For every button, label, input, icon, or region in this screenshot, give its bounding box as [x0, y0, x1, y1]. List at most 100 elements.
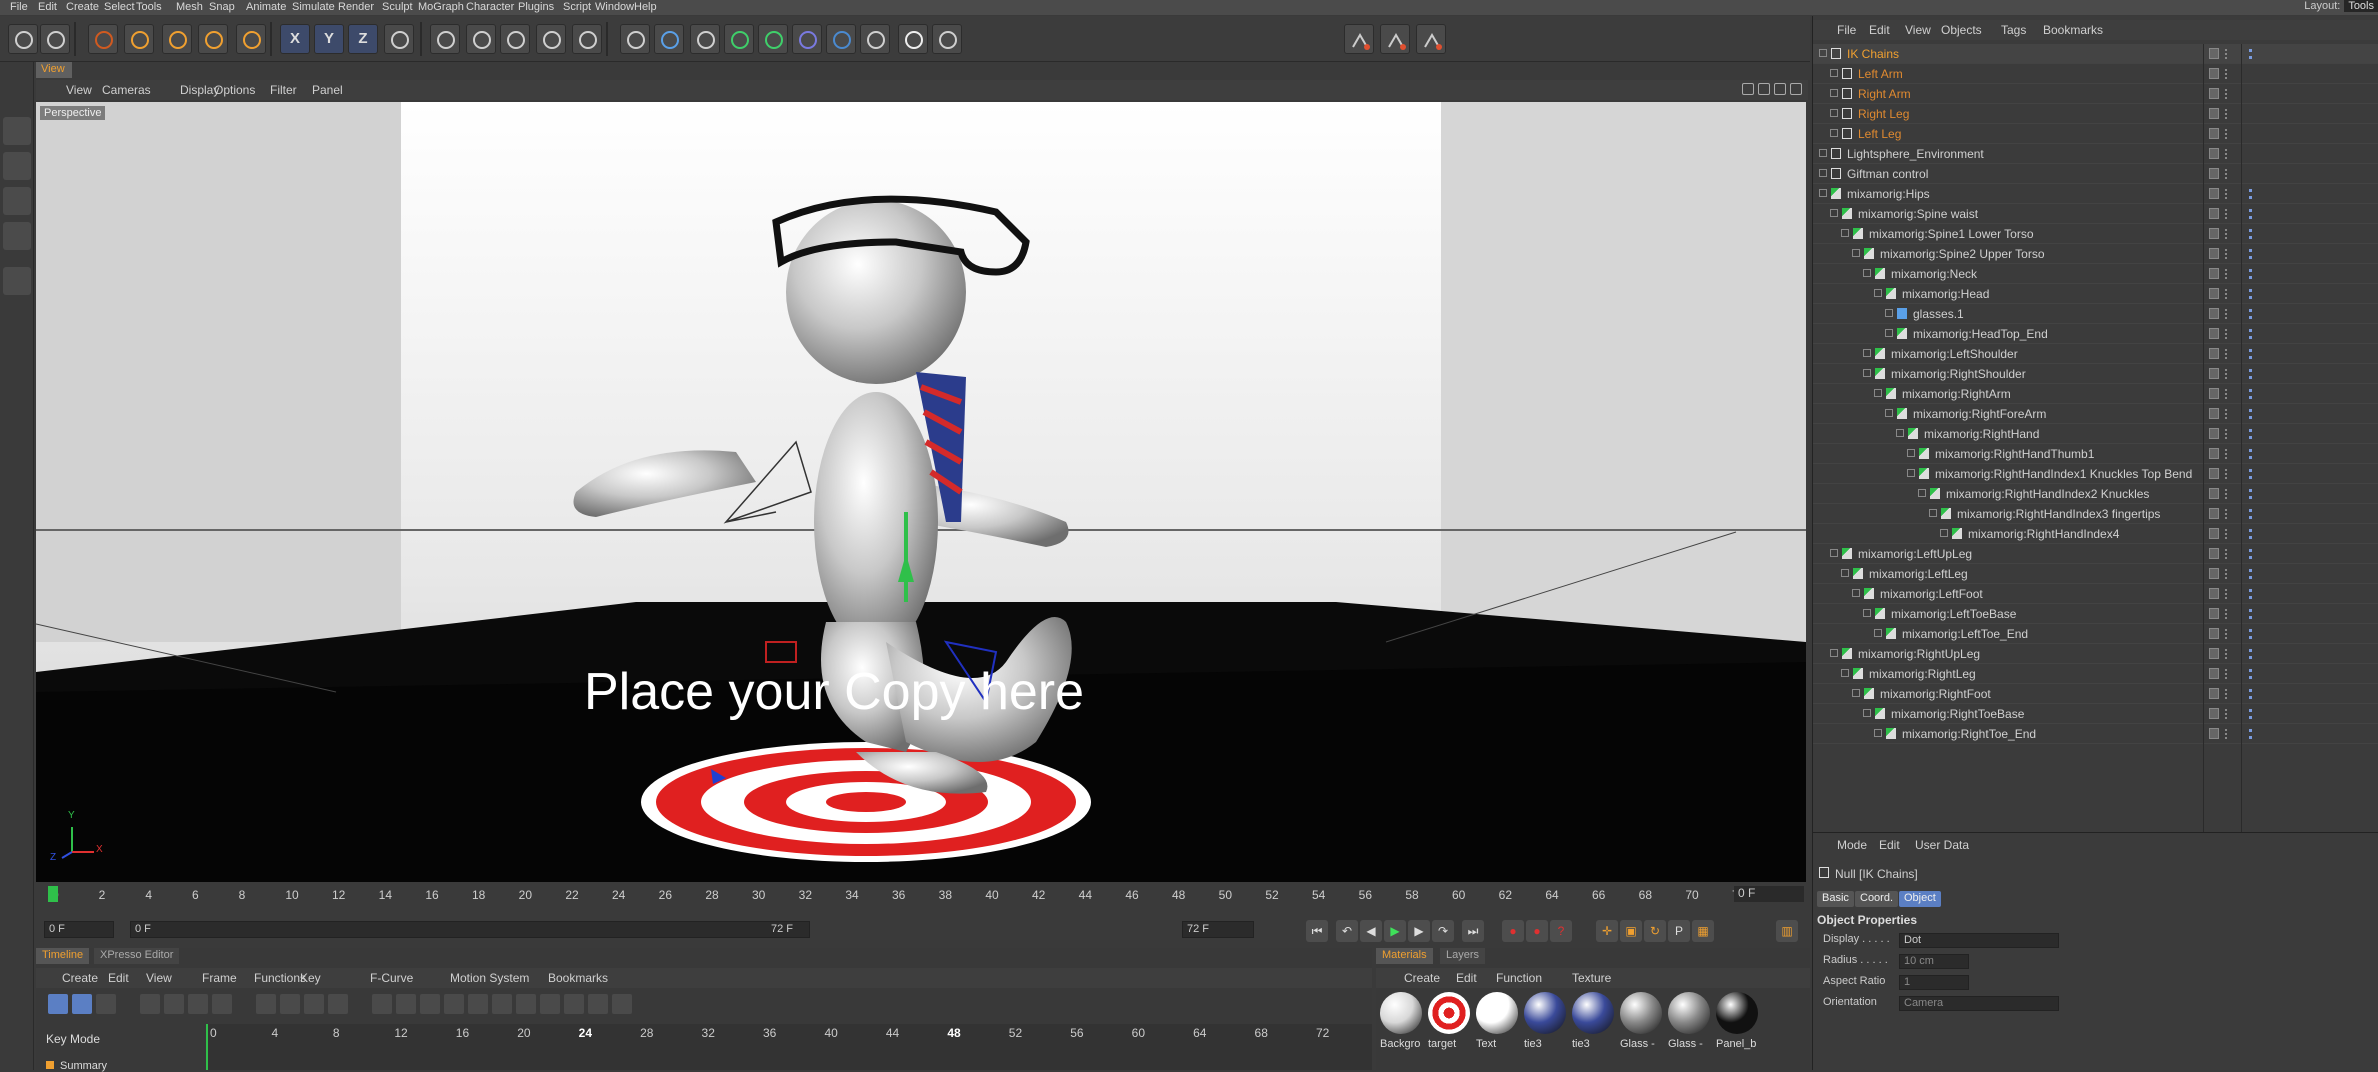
null-object-icon[interactable]	[620, 24, 650, 54]
timeline-menu-key[interactable]: Key	[300, 971, 321, 985]
timeline-menu-bookmarks[interactable]: Bookmarks	[548, 971, 608, 985]
tag-icon[interactable]	[2249, 329, 2261, 339]
render-dots[interactable]	[2225, 309, 2230, 319]
expand-toggle-icon[interactable]	[1852, 589, 1860, 597]
visibility-toggle[interactable]	[2209, 288, 2219, 299]
menu-window[interactable]: Window	[595, 1, 634, 13]
menu-animate[interactable]: Animate	[246, 1, 286, 13]
menu-simulate[interactable]: Simulate	[292, 1, 335, 13]
object-row[interactable]: mixamorig:RightUpLeg	[1813, 644, 2378, 664]
visibility-toggle[interactable]	[2209, 388, 2219, 399]
object-row[interactable]: mixamorig:RightToeBase	[1813, 704, 2378, 724]
timeline-tool-icon[interactable]	[72, 994, 92, 1014]
render-dots[interactable]	[2225, 449, 2230, 459]
property-value[interactable]: Dot	[1899, 933, 2059, 948]
rotate-icon[interactable]	[198, 24, 228, 54]
objects-menu-bookmarks[interactable]: Bookmarks	[2043, 23, 2103, 37]
visibility-toggle[interactable]	[2209, 48, 2219, 59]
viewport-menu-cameras[interactable]: Cameras	[102, 83, 151, 97]
view-tab[interactable]: View	[36, 62, 72, 78]
timeline-ruler[interactable]: 0 4 8 12 16 20 24 28 32 36 40 44 48 52 56 60 64 68 72	[206, 1024, 1372, 1070]
viewport-3d[interactable]: Perspective Place your Copy here Y Z X	[36, 102, 1806, 882]
timeline-tool-icon[interactable]	[444, 994, 464, 1014]
edges-mode-icon[interactable]	[3, 187, 31, 215]
render-dots[interactable]	[2225, 469, 2230, 479]
tag-icon[interactable]	[2249, 49, 2261, 59]
object-row[interactable]: mixamorig:LeftToe_End	[1813, 624, 2378, 644]
timeline-menu-create[interactable]: Create	[62, 971, 98, 985]
x-axis-icon[interactable]: X	[280, 24, 310, 54]
tag-icon[interactable]	[2249, 529, 2261, 539]
render-dots[interactable]	[2225, 509, 2230, 519]
timeline-menu-frame[interactable]: Frame	[202, 971, 237, 985]
property-value[interactable]: Camera	[1899, 996, 2059, 1011]
render-dots[interactable]	[2225, 609, 2230, 619]
attribute-menu-mode[interactable]: Mode	[1837, 838, 1867, 852]
attribute-tab-basic[interactable]: Basic	[1817, 891, 1854, 907]
tag-icon[interactable]	[2249, 649, 2261, 659]
deformer-icon[interactable]	[792, 24, 822, 54]
object-row[interactable]: mixamorig:RightFoot	[1813, 684, 2378, 704]
object-row[interactable]: glasses.1	[1813, 304, 2378, 324]
expand-toggle-icon[interactable]	[1830, 209, 1838, 217]
timeline-layout-icon[interactable]: ▥	[1776, 920, 1798, 942]
floor-icon[interactable]	[826, 24, 856, 54]
material-swatch[interactable]: Backgro	[1380, 992, 1424, 1062]
visibility-toggle[interactable]	[2209, 648, 2219, 659]
material-swatch[interactable]: tie3	[1572, 992, 1616, 1062]
expand-toggle-icon[interactable]	[1841, 669, 1849, 677]
objects-menu-objects[interactable]: Objects	[1941, 23, 1982, 37]
timeline-menu-view[interactable]: View	[146, 971, 172, 985]
visibility-toggle[interactable]	[2209, 208, 2219, 219]
expand-toggle-icon[interactable]	[1819, 169, 1827, 177]
materials-menu-function[interactable]: Function	[1496, 971, 1542, 985]
object-row[interactable]: mixamorig:Spine waist	[1813, 204, 2378, 224]
expand-toggle-icon[interactable]	[1841, 229, 1849, 237]
viewport-menu-panel[interactable]: Panel	[312, 83, 343, 97]
render-dots[interactable]	[2225, 249, 2230, 259]
pla-key-icon[interactable]: ▦	[1692, 920, 1714, 942]
render-dots[interactable]	[2225, 549, 2230, 559]
column-divider[interactable]	[2241, 44, 2242, 834]
visibility-toggle[interactable]	[2209, 428, 2219, 439]
visibility-toggle[interactable]	[2209, 548, 2219, 559]
expand-toggle-icon[interactable]	[1918, 489, 1926, 497]
zoom-view-icon[interactable]	[1758, 83, 1770, 95]
menu-edit[interactable]: Edit	[38, 1, 57, 13]
record-icon[interactable]: ●	[1502, 920, 1524, 942]
render-view-icon[interactable]	[430, 24, 460, 54]
object-row[interactable]: Lightsphere_Environment	[1813, 144, 2378, 164]
nurbs-icon[interactable]	[724, 24, 754, 54]
scene-icon[interactable]	[932, 24, 962, 54]
render-dots[interactable]	[2225, 429, 2230, 439]
object-row[interactable]: mixamorig:RightHandIndex2 Knuckles	[1813, 484, 2378, 504]
timeline-tool-icon[interactable]	[188, 994, 208, 1014]
materials-menu-texture[interactable]: Texture	[1572, 971, 1611, 985]
render-dots[interactable]	[2225, 209, 2230, 219]
object-row[interactable]: mixamorig:RightArm	[1813, 384, 2378, 404]
object-row[interactable]: mixamorig:RightHandIndex4	[1813, 524, 2378, 544]
render-dots[interactable]	[2225, 329, 2230, 339]
tag-icon[interactable]	[2249, 409, 2261, 419]
attribute-menu-edit[interactable]: Edit	[1879, 838, 1900, 852]
object-row[interactable]: IK Chains	[1813, 44, 2378, 64]
layout-value[interactable]: Tools	[2344, 0, 2378, 12]
timeline-playhead[interactable]	[206, 1024, 208, 1070]
material-swatch[interactable]: Text	[1476, 992, 1520, 1062]
menu-character[interactable]: Character	[466, 1, 514, 13]
object-row[interactable]: mixamorig:RightHand	[1813, 424, 2378, 444]
render-dots[interactable]	[2225, 129, 2230, 139]
menu-plugins[interactable]: Plugins	[518, 1, 554, 13]
goto-end-icon[interactable]: ⏭	[1462, 920, 1484, 942]
timeline-tool-icon[interactable]	[564, 994, 584, 1014]
tag-icon[interactable]	[2249, 209, 2261, 219]
range-slider[interactable]: 0 F 72 F	[130, 921, 810, 938]
tab-layers[interactable]: Layers	[1440, 948, 1486, 964]
attribute-tab-object[interactable]: Object	[1899, 891, 1941, 907]
render-dots[interactable]	[2225, 589, 2230, 599]
timeline-tool-icon[interactable]	[140, 994, 160, 1014]
visibility-toggle[interactable]	[2209, 68, 2219, 79]
render-dots[interactable]	[2225, 709, 2230, 719]
object-row[interactable]: mixamorig:HeadTop_End	[1813, 324, 2378, 344]
render-dots[interactable]	[2225, 409, 2230, 419]
